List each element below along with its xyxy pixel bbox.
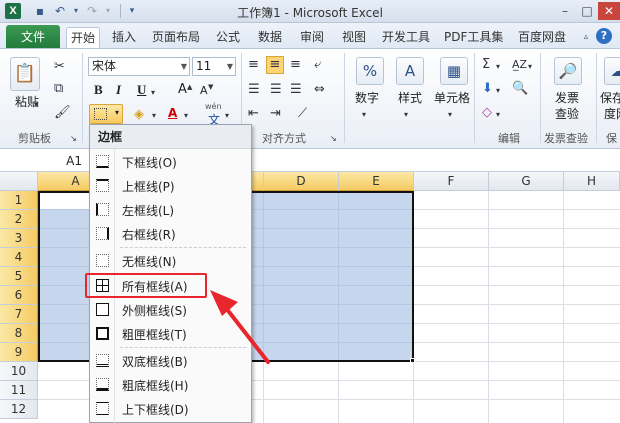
annotation-arrow — [210, 290, 270, 364]
